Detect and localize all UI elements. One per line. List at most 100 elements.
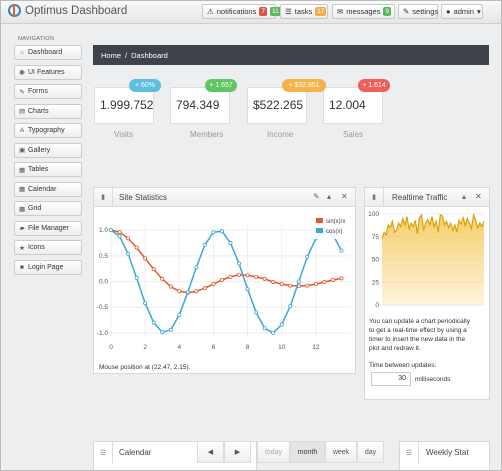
stat-label: Visits (114, 130, 133, 139)
settings-label: settings (412, 7, 439, 16)
wrench-icon[interactable]: ✎ (313, 192, 320, 201)
home-icon: ⌂ (20, 49, 24, 56)
data-point (126, 251, 131, 256)
data-point (151, 320, 156, 325)
warning-icon: ⚠ (207, 7, 214, 16)
tasks-badge: 17 (315, 7, 327, 16)
sidebar-item-forms[interactable]: ✎ Forms (14, 84, 82, 99)
notifications-button[interactable]: ⚠ notifications 7 11 (202, 4, 281, 19)
data-point (211, 282, 216, 287)
user-label: admin (453, 7, 474, 16)
data-point (271, 280, 276, 285)
y-tick-label: 1.0 (99, 227, 108, 234)
realtime-description: You can update a chart periodically to g… (369, 318, 470, 352)
data-point (194, 265, 199, 270)
lock-icon: ■ (20, 263, 24, 271)
data-point (262, 276, 267, 281)
data-point (245, 287, 250, 292)
sidebar-item-label: UI Features (28, 68, 65, 76)
data-point (305, 283, 310, 288)
breadcrumb-home[interactable]: Home (101, 51, 121, 60)
sidebar-item-label: Login Page (28, 263, 64, 271)
tasks-button[interactable]: ☰ tasks 17 (280, 4, 328, 19)
calendar-month-button[interactable]: month (290, 441, 325, 463)
data-point (185, 290, 190, 295)
sidebar-item-label: Tables (28, 166, 49, 173)
star-icon: ★ (19, 244, 25, 252)
user-icon: ● (446, 7, 451, 16)
sidebar-item-file-manager[interactable]: ▰ File Manager (14, 220, 82, 236)
breadcrumb-current: Dashboard (131, 50, 168, 60)
close-icon[interactable]: ✕ (341, 192, 348, 201)
interval-input[interactable]: 30 (371, 372, 411, 386)
sidebar-item-label: File Manager (28, 224, 69, 232)
data-point (228, 274, 233, 279)
sidebar-item-typography[interactable]: A Typography (14, 123, 82, 138)
messages-label: messages (346, 7, 381, 16)
y-tick-label: 100 (368, 211, 379, 218)
realtime-traffic-header: ▮ Realtime Traffic (365, 188, 489, 207)
sidebar-item-charts[interactable]: ▤ Charts (14, 103, 82, 119)
chevron-up-icon[interactable]: ▴ (462, 192, 466, 201)
breadcrumb-separator: / (125, 50, 128, 60)
data-point (160, 276, 165, 281)
eye-icon: ◉ (19, 69, 25, 76)
stat-delta-badge: + 1.614 (358, 79, 390, 92)
caret-left-icon: ◀ (207, 449, 214, 456)
sidebar-item-label: Grid (28, 205, 42, 212)
notifications-label: notifications (216, 7, 257, 16)
sidebar-item-dashboard[interactable]: ⌂ Dashboard (14, 45, 82, 60)
picture-icon: ▣ (19, 147, 26, 154)
sidebar-item-gallery[interactable]: ▣ Gallery (14, 142, 82, 158)
stat-delta-badge: + 60% (129, 79, 161, 92)
close-icon[interactable]: ✕ (475, 192, 482, 201)
settings-button[interactable]: ✎ settings (398, 4, 438, 19)
data-point (228, 240, 233, 245)
data-point (219, 277, 224, 282)
data-point (126, 236, 131, 241)
sidebar-item-label: Forms (28, 88, 48, 95)
envelope-icon: ✉ (337, 7, 344, 16)
folder-icon: ▰ (19, 225, 25, 232)
calendar-day-button[interactable]: day (357, 441, 384, 463)
logo-icon (8, 4, 21, 17)
sidebar-item-label: Icons (28, 244, 45, 251)
calendar-title: Calendar (119, 448, 152, 457)
data-point (339, 276, 344, 281)
user-menu-button[interactable]: ● admin ▾ (441, 4, 483, 19)
sidebar-item-login-page[interactable]: ■ Login Page (14, 259, 82, 275)
calendar-prev-button[interactable]: ◀ (197, 441, 224, 463)
sidebar-item-icons[interactable]: ★ Icons (14, 240, 82, 255)
data-point (313, 282, 318, 287)
data-point (322, 280, 327, 285)
calendar-week-button[interactable]: week (325, 441, 357, 463)
chevron-up-icon[interactable]: ▴ (327, 192, 331, 201)
bar-chart-icon: ▮ (365, 188, 384, 206)
legend-swatch (316, 218, 323, 223)
data-point (160, 330, 165, 335)
data-point (134, 275, 139, 280)
stat-value: 12.004 (329, 98, 366, 112)
data-point (151, 267, 156, 272)
calendar-next-button[interactable]: ▶ (224, 441, 251, 463)
data-point (168, 284, 173, 289)
breadcrumb: Home / Dashboard (93, 45, 489, 65)
site-statistics-chart[interactable]: 0 2 4 6 8 10 12 1.0 0.5 0.0 -0.5 -1.0 sin(x)/x cos(x) (94, 207, 356, 367)
weekly-stat-panel: ☰ Weekly Stat (399, 441, 490, 471)
grid-icon: ▩ (19, 205, 26, 213)
edit-icon: ✎ (19, 88, 25, 96)
y-tick-label: 0 (375, 302, 379, 309)
sidebar-item-label: Dashboard (28, 49, 63, 56)
sidebar-item-tables[interactable]: ▦ Tables (14, 162, 82, 177)
sidebar-item-ui-features[interactable]: ◉ UI Features (14, 64, 82, 80)
data-point (339, 248, 344, 253)
sidebar-item-calendar[interactable]: ▦ Calendar (14, 181, 82, 197)
app-title: Optimus Dashboard (25, 4, 128, 17)
sidebar-item-grid[interactable]: ▩ Grid (14, 201, 82, 216)
caret-right-icon: ▶ (234, 449, 241, 456)
chart-icon: ▤ (19, 108, 26, 115)
brand[interactable]: Optimus Dashboard (8, 4, 127, 17)
messages-button[interactable]: ✉ messages 9 (332, 4, 395, 19)
calendar-today-button[interactable]: today (257, 441, 290, 463)
data-point (305, 254, 310, 259)
